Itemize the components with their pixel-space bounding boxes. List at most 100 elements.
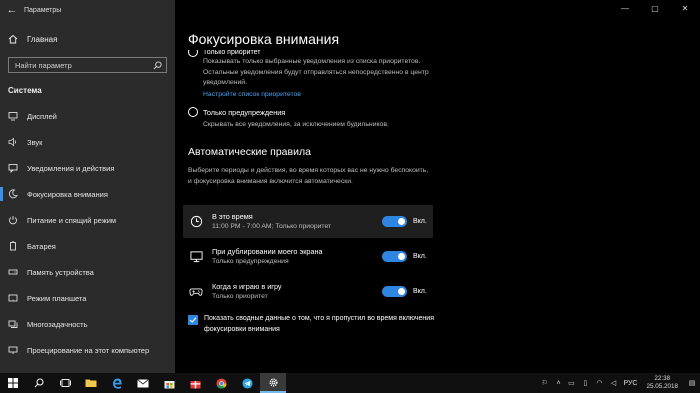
- clock[interactable]: 22:38 25.05.2018: [646, 375, 678, 391]
- search-input[interactable]: [15, 60, 145, 70]
- task-view-button[interactable]: [52, 373, 78, 393]
- clock-time: 22:38: [654, 375, 671, 382]
- rule-toggle[interactable]: [382, 286, 407, 297]
- rule-toggle[interactable]: [382, 216, 407, 227]
- windows-logo-icon: [8, 378, 18, 388]
- mail-button[interactable]: [130, 373, 156, 393]
- main-content: — ▢ ✕ Фокусировка внимания Только приори…: [175, 0, 700, 373]
- rule-name: Когда я играю в игру: [212, 281, 282, 291]
- maximize-button[interactable]: ▢: [640, 0, 670, 18]
- telegram-icon: [241, 377, 253, 389]
- priority-only-radio[interactable]: [188, 50, 198, 57]
- titlebar: ← Параметры: [0, 0, 175, 20]
- sidebar-item-tablet[interactable]: Режим планшета: [0, 285, 175, 311]
- rule-duplicating-display[interactable]: При дублировании моего экрана Только пре…: [183, 240, 433, 273]
- search-icon[interactable]: [153, 60, 162, 70]
- sidebar-item-multitasking[interactable]: Многозадачность: [0, 311, 175, 337]
- sidebar-item-sound[interactable]: Звук: [0, 129, 175, 155]
- search-icon: [34, 378, 44, 388]
- sidebar-item-label: Дисплей: [27, 111, 57, 121]
- window-controls: — ▢ ✕: [610, 0, 700, 18]
- sidebar-nav: Дисплей Звук Уведомления и действия Фоку…: [0, 103, 175, 363]
- back-arrow-icon[interactable]: ←: [0, 4, 24, 16]
- priority-list-link[interactable]: Настройте список приоритетов: [203, 91, 301, 98]
- power-icon: [8, 215, 18, 225]
- action-center-icon[interactable]: ▤: [684, 379, 700, 387]
- toggle-state: Вкл.: [413, 288, 427, 295]
- storage-icon: [8, 267, 18, 277]
- folder-icon: [85, 379, 97, 387]
- home-label: Главная: [27, 34, 58, 44]
- summary-option[interactable]: Показать сводные данные о том, что я про…: [188, 314, 449, 335]
- tray-app-icon[interactable]: ▭: [564, 379, 578, 387]
- start-button[interactable]: [0, 373, 26, 393]
- toggle-state: Вкл.: [413, 218, 427, 225]
- app-title: Параметры: [24, 6, 62, 14]
- explorer-button[interactable]: [78, 373, 104, 393]
- rule-name: В это время: [212, 211, 253, 221]
- sound-icon: [8, 137, 18, 147]
- projecting-icon: [8, 345, 18, 355]
- chevron-up-icon[interactable]: ˄: [552, 380, 564, 387]
- sidebar-item-label: Питание и спящий режим: [27, 215, 117, 225]
- alarms-only-label: Только предупреждения: [203, 107, 286, 117]
- sidebar-item-notifications[interactable]: Уведомления и действия: [0, 155, 175, 181]
- sidebar-item-storage[interactable]: Память устройства: [0, 259, 175, 285]
- home-icon: [8, 34, 18, 44]
- minimize-button[interactable]: —: [610, 0, 640, 18]
- auto-rules-title: Автоматические правила: [188, 146, 311, 158]
- search-box[interactable]: [8, 57, 167, 73]
- sidebar-item-focus-assist[interactable]: Фокусировка внимания: [0, 181, 175, 207]
- edge-button[interactable]: [104, 373, 130, 393]
- summary-checkbox[interactable]: [188, 315, 198, 325]
- notifications-icon: [8, 163, 18, 173]
- rule-during-time[interactable]: В это время 11:00 PM - 7:00 AM; Только п…: [183, 205, 433, 238]
- rule-sub: Только предупреждения: [212, 257, 289, 265]
- people-icon[interactable]: ⚐: [536, 379, 552, 387]
- battery-tray-icon[interactable]: ▯: [578, 379, 592, 387]
- gear-icon: [268, 377, 278, 387]
- monitor-icon: [188, 249, 204, 265]
- section-label: Система: [8, 86, 42, 95]
- clock-date: 25.05.2018: [646, 383, 678, 390]
- taskbar: ⚐ ˄ ▭ ▯ ◠ ◁ РУС 22:38 25.05.2018 ▤: [0, 373, 700, 393]
- chrome-icon: [215, 377, 227, 389]
- sidebar-item-label: Проецирование на этот компьютер: [27, 345, 150, 355]
- clock-icon: [188, 214, 204, 230]
- display-icon: [8, 111, 18, 121]
- rule-toggle[interactable]: [382, 251, 407, 262]
- home-link[interactable]: Главная: [8, 34, 57, 44]
- sidebar: ← Параметры Главная Система Дисплей Звук…: [0, 0, 175, 373]
- sidebar-item-label: Память устройства: [27, 267, 94, 277]
- search-taskbar-button[interactable]: [26, 373, 52, 393]
- priority-only-option[interactable]: Только приоритет: [188, 50, 260, 57]
- close-button[interactable]: ✕: [670, 0, 700, 18]
- gift-app-button[interactable]: [182, 373, 208, 393]
- rule-playing-game[interactable]: Когда я играю в игру Только приоритет Вк…: [183, 275, 433, 308]
- chrome-button[interactable]: [208, 373, 234, 393]
- sidebar-item-label: Режим планшета: [27, 293, 87, 303]
- sidebar-item-label: Фокусировка внимания: [27, 189, 108, 199]
- sidebar-item-battery[interactable]: Батарея: [0, 233, 175, 259]
- system-tray: ⚐ ˄ ▭ ▯ ◠ ◁ РУС 22:38 25.05.2018 ▤: [536, 373, 700, 393]
- alarms-only-option[interactable]: Только предупреждения: [188, 107, 285, 117]
- rule-sub: 11:00 PM - 7:00 AM; Только приоритет: [212, 222, 332, 230]
- sidebar-item-projecting[interactable]: Проецирование на этот компьютер: [0, 337, 175, 363]
- sidebar-item-display[interactable]: Дисплей: [0, 103, 175, 129]
- rule-sub: Только приоритет: [212, 292, 268, 300]
- sidebar-item-power[interactable]: Питание и спящий режим: [0, 207, 175, 233]
- telegram-button[interactable]: [234, 373, 260, 393]
- alarms-only-radio[interactable]: [188, 107, 198, 117]
- rule-name: При дублировании моего экрана: [212, 246, 323, 256]
- checkmark-icon: [189, 317, 197, 323]
- sidebar-item-label: Звук: [27, 137, 43, 147]
- sidebar-item-label: Многозадачность: [27, 319, 88, 329]
- store-button[interactable]: [156, 373, 182, 393]
- language-indicator[interactable]: РУС: [620, 380, 640, 387]
- volume-icon[interactable]: ◁: [606, 379, 620, 387]
- tablet-icon: [8, 293, 18, 303]
- settings-taskbar-button[interactable]: [260, 373, 286, 393]
- store-icon: [164, 380, 174, 388]
- network-icon[interactable]: ◠: [592, 379, 606, 387]
- gift-icon: [190, 380, 200, 388]
